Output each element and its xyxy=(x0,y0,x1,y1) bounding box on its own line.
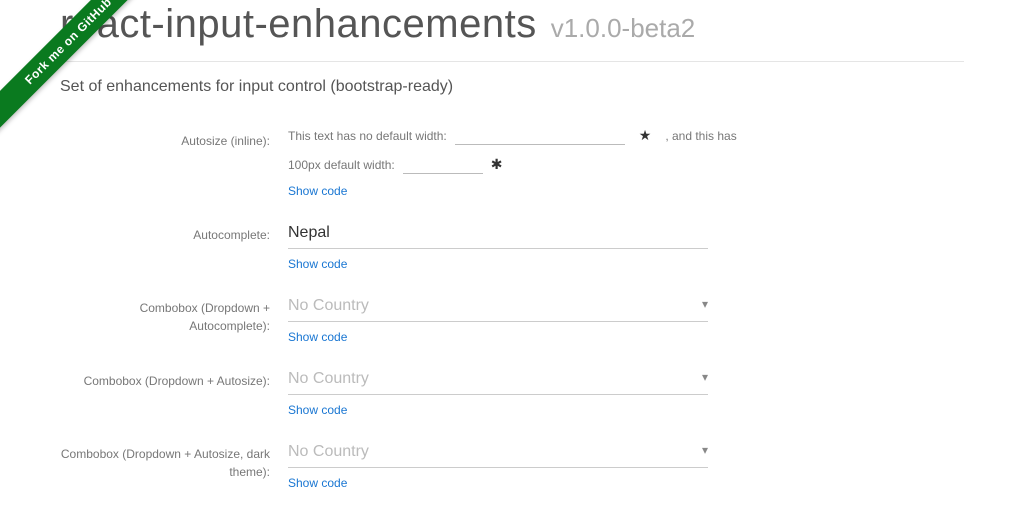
app-version: v1.0.0-beta2 xyxy=(551,13,696,44)
row-combobox-dark: Combobox (Dropdown + Autosize, dark them… xyxy=(60,433,964,506)
label-combobox-dark: Combobox (Dropdown + Autosize, dark them… xyxy=(60,439,288,481)
row-combobox-autosize: Combobox (Dropdown + Autosize): ▾ Show c… xyxy=(60,360,964,433)
show-code-link[interactable]: Show code xyxy=(288,257,964,271)
combobox-dark-input[interactable] xyxy=(288,439,708,468)
autosize-line1-prefix: This text has no default width: xyxy=(288,129,447,143)
label-autocomplete: Autocomplete: xyxy=(60,220,288,244)
label-autosize-inline: Autosize (inline): xyxy=(60,126,288,150)
show-code-link[interactable]: Show code xyxy=(288,403,964,417)
app-title: react-input-enhancements xyxy=(60,2,537,47)
header-divider xyxy=(60,61,964,62)
chevron-down-icon[interactable]: ▾ xyxy=(702,297,708,311)
show-code-link[interactable]: Show code xyxy=(288,476,964,490)
autosize-line2-label: 100px default width: xyxy=(288,158,395,172)
chevron-down-icon[interactable]: ▾ xyxy=(702,443,708,457)
autosize-input-2[interactable] xyxy=(403,155,483,174)
star-icon: ★ xyxy=(633,127,658,144)
show-code-link[interactable]: Show code xyxy=(288,330,964,344)
show-code-link[interactable]: Show code xyxy=(288,184,964,198)
autosize-input-1[interactable] xyxy=(455,126,625,145)
row-autocomplete: Autocomplete: Show code xyxy=(60,214,964,287)
autocomplete-input[interactable] xyxy=(288,220,708,249)
autosize-line1-suffix: , and this has xyxy=(665,129,736,143)
combobox-autosize-input[interactable] xyxy=(288,366,708,395)
combobox-ac-input[interactable] xyxy=(288,293,708,322)
label-combobox-autocomplete: Combobox (Dropdown + Autocomplete): xyxy=(60,293,288,335)
row-autosize-inline: Autosize (inline): This text has no defa… xyxy=(60,120,964,214)
label-combobox-autosize: Combobox (Dropdown + Autosize): xyxy=(60,366,288,390)
row-combobox-autocomplete: Combobox (Dropdown + Autocomplete): ▾ Sh… xyxy=(60,287,964,360)
chevron-down-icon[interactable]: ▾ xyxy=(702,370,708,384)
gear-icon: ✱ xyxy=(491,156,503,173)
app-subtitle: Set of enhancements for input control (b… xyxy=(60,78,964,96)
